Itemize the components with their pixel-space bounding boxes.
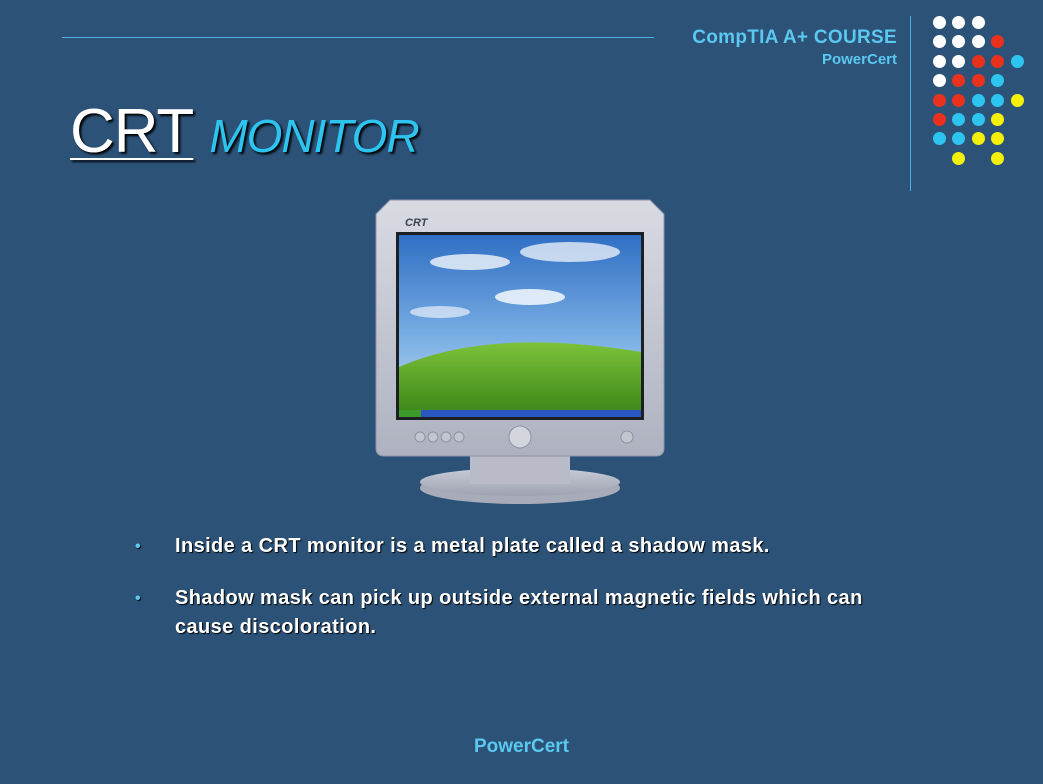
decorative-dot: [971, 93, 985, 107]
decorative-dot: [933, 54, 946, 68]
decorative-dot: [1010, 93, 1024, 107]
decorative-dot: [991, 54, 1005, 68]
bullet-item: • Inside a CRT monitor is a metal plate …: [135, 532, 925, 561]
footer-brand: PowerCert: [473, 736, 570, 757]
crt-monitor-image: CRT: [375, 199, 665, 504]
decorative-dot: [952, 16, 966, 29]
decorative-dot: [933, 35, 946, 49]
bullet-item: • Shadow mask can pick up outside extern…: [135, 584, 925, 642]
decorative-dot: [952, 132, 966, 146]
decorative-dot: [991, 93, 1005, 107]
monitor-brand-label: CRT: [405, 217, 429, 229]
decorative-dot: [933, 16, 946, 29]
slide-title: CRT MONITOR: [70, 96, 420, 167]
title-accent: MONITOR: [209, 110, 419, 162]
header-divider: [62, 37, 654, 38]
decorative-dot: [971, 74, 985, 88]
decorative-dot: [933, 132, 946, 146]
decorative-dot: [991, 74, 1005, 88]
decorative-dot: [952, 35, 966, 49]
decorative-dot: [991, 151, 1005, 165]
bullet-icon: •: [135, 590, 142, 607]
decorative-dot: [952, 74, 966, 88]
decorative-dot: [952, 151, 966, 165]
decorative-dot: [991, 113, 1005, 126]
decorative-dot: [971, 132, 985, 146]
decorative-dot: [971, 16, 985, 29]
decorative-dot: [952, 93, 966, 107]
decorative-dot: [952, 113, 966, 126]
vertical-divider: [910, 16, 911, 191]
decorative-dot: [952, 54, 966, 68]
bullet-icon: •: [135, 538, 142, 555]
bullet-text: Shadow mask can pick up outside external…: [175, 587, 863, 638]
decorative-dot: [933, 113, 946, 126]
course-subtitle: PowerCert: [821, 51, 897, 68]
bullet-text: Inside a CRT monitor is a metal plate ca…: [175, 535, 770, 557]
decorative-dot: [971, 35, 985, 49]
decorative-dot: [991, 132, 1005, 146]
decorative-dot: [933, 93, 946, 107]
decorative-dot: [1010, 54, 1024, 68]
course-title: CompTIA A+ COURSE: [692, 27, 897, 48]
decorative-dot: [991, 35, 1005, 49]
decorative-dot: [971, 113, 985, 126]
decorative-dot: [971, 54, 985, 68]
title-main: CRT: [70, 97, 194, 166]
decorative-dot: [933, 74, 946, 88]
bullet-list: • Inside a CRT monitor is a metal plate …: [135, 532, 925, 665]
